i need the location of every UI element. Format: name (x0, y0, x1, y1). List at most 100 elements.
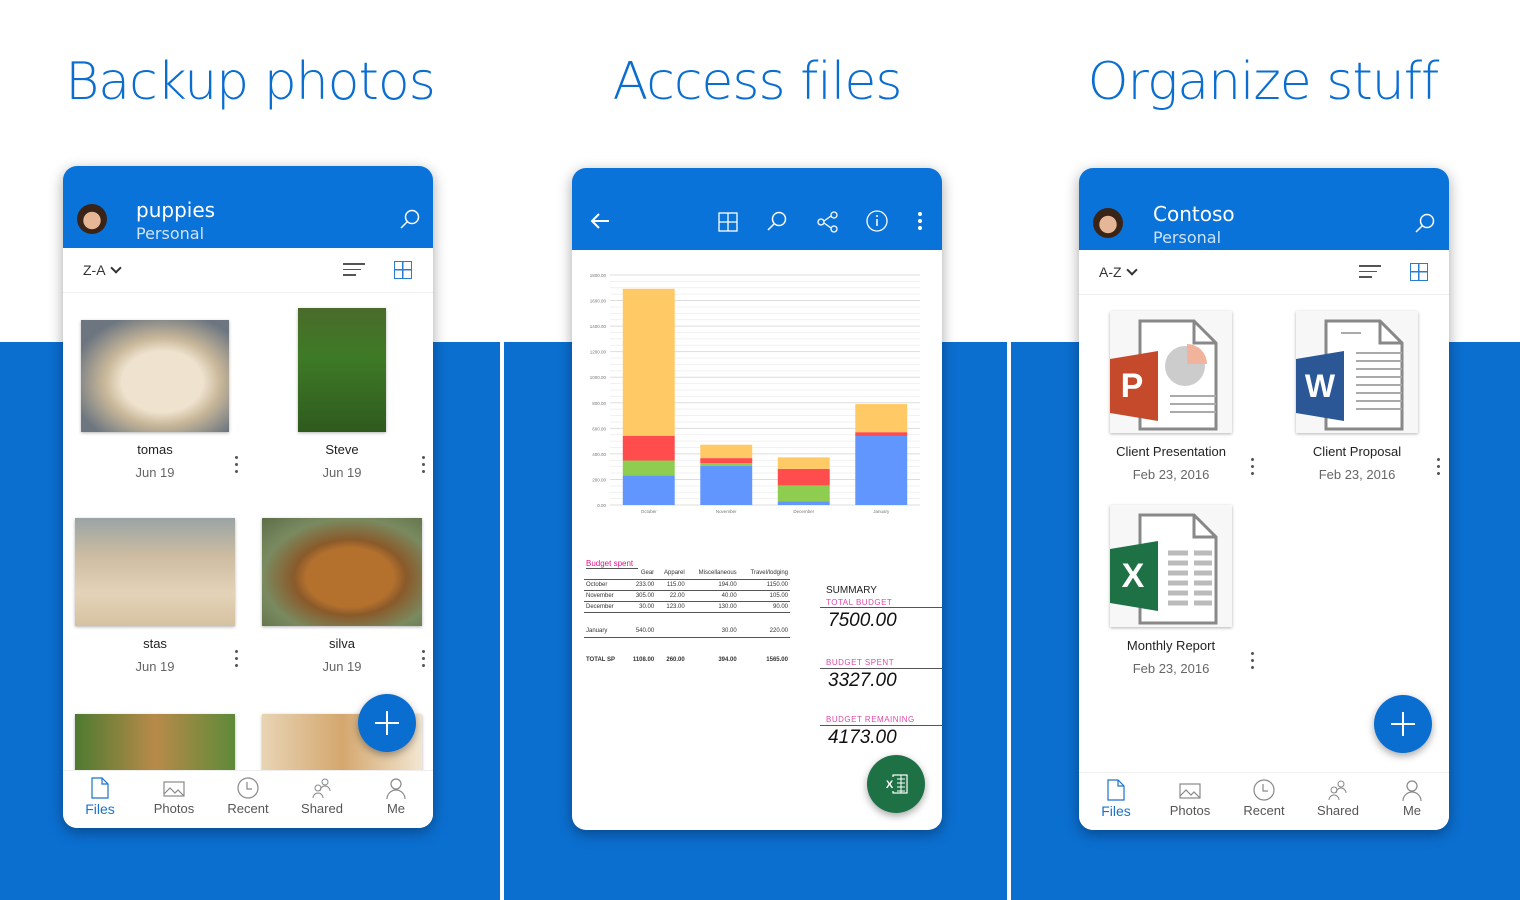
bar-segment-travel-lodging (700, 444, 753, 459)
photo-thumbnail[interactable] (75, 518, 235, 626)
y-tick-label: 400.00 (592, 452, 606, 457)
more-options-icon[interactable] (1437, 458, 1441, 476)
budget-cell: 90.00 (738, 601, 790, 613)
nav-me[interactable]: Me (1375, 773, 1449, 830)
sort-toolbar: Z-A (63, 248, 433, 293)
share-icon[interactable] (817, 211, 839, 233)
open-in-excel-button[interactable]: X (867, 755, 925, 813)
more-options-icon[interactable] (235, 456, 239, 474)
avatar-icon[interactable] (77, 204, 107, 234)
budget-remaining-value: 4173.00 (828, 727, 897, 748)
budget-cell: 22.00 (656, 590, 687, 602)
budget-cell: November (584, 590, 625, 602)
photo-thumbnail[interactable] (298, 308, 386, 432)
excel-icon: X (1110, 513, 1218, 625)
budget-row: November 305.00 22.00 40.00 105.00 (584, 590, 790, 602)
list-view-icon[interactable] (343, 263, 365, 277)
svg-text:X: X (1122, 557, 1145, 595)
nav-files[interactable]: Files (1079, 773, 1153, 830)
search-icon[interactable] (766, 210, 788, 232)
photo-thumbnail[interactable] (262, 518, 422, 626)
people-icon (312, 778, 331, 799)
budget-cell (739, 637, 790, 651)
people-icon (1328, 780, 1347, 801)
info-icon[interactable] (866, 210, 888, 232)
clock-icon (1253, 779, 1275, 801)
sort-dropdown[interactable]: Z-A (83, 262, 122, 278)
chevron-down-icon (1125, 264, 1138, 276)
budget-spent-value: 3327.00 (828, 670, 897, 691)
grid-view-icon[interactable] (1410, 263, 1428, 281)
back-arrow-icon[interactable] (590, 212, 610, 230)
budget-cell (656, 637, 687, 651)
grid-icon[interactable] (718, 212, 738, 232)
search-icon[interactable] (399, 208, 421, 230)
bar-segment-apparel (622, 460, 675, 476)
budget-remaining-label: BUDGET REMAINING (826, 715, 915, 724)
budget-cell (656, 626, 687, 638)
more-vertical-icon[interactable] (917, 212, 923, 230)
file-icon (1107, 779, 1125, 801)
avatar-icon[interactable] (1093, 208, 1123, 238)
budget-cell: TOTAL SP (586, 657, 616, 663)
bar-segment-miscellaneous (855, 432, 908, 436)
app-bar (572, 168, 942, 250)
add-button[interactable] (1374, 695, 1432, 753)
more-options-icon[interactable] (235, 650, 239, 668)
bar-segment-gear (622, 475, 675, 505)
item-date: Jun 19 (135, 659, 175, 674)
photo-thumbnail[interactable] (81, 320, 229, 432)
nav-shared[interactable]: Shared (1301, 773, 1375, 830)
y-tick-label: 1000.00 (590, 375, 607, 380)
x-tick-label: January (873, 509, 890, 514)
svg-text:X: X (886, 779, 894, 791)
y-tick-label: 1800.00 (590, 273, 607, 278)
nav-files[interactable]: Files (63, 771, 137, 828)
budget-cell (687, 612, 739, 626)
y-tick-label: 800.00 (592, 401, 606, 406)
file-thumbnail[interactable]: X (1110, 505, 1232, 627)
budget-row (584, 637, 790, 651)
svg-text:P: P (1121, 367, 1144, 405)
more-options-icon[interactable] (422, 456, 426, 474)
more-options-icon[interactable] (1251, 458, 1255, 476)
bar-segment-apparel (777, 485, 830, 502)
budget-row: October 233.00 115.00 194.00 1150.00 (584, 579, 790, 591)
nav-recent[interactable]: Recent (1227, 773, 1301, 830)
person-icon (386, 778, 406, 799)
file-date: Feb 23, 2016 (1132, 467, 1210, 482)
search-icon[interactable] (1414, 212, 1436, 234)
nav-shared[interactable]: Shared (285, 771, 359, 828)
total-budget-label: TOTAL BUDGET (826, 598, 893, 607)
folder-title: Contoso (1153, 202, 1235, 226)
bar-segment-travel-lodging (622, 288, 675, 436)
budget-row (584, 612, 790, 626)
budget-cell: 540.00 (624, 626, 657, 638)
photo-thumbnail[interactable] (75, 714, 235, 774)
nav-recent[interactable]: Recent (211, 771, 285, 828)
add-button[interactable] (358, 694, 416, 752)
list-view-icon[interactable] (1359, 265, 1381, 279)
file-thumbnail[interactable]: W (1296, 311, 1418, 433)
stacked-bar-chart: 0.00 200.00 400.00 600.00 800.00 1000.00 1200.… (590, 273, 920, 514)
more-options-icon[interactable] (422, 650, 426, 668)
nav-photos[interactable]: Photos (137, 771, 211, 828)
file-thumbnail[interactable]: P (1110, 311, 1232, 433)
item-date: Jun 19 (135, 465, 175, 480)
bar-segment-gear (777, 501, 830, 505)
budget-cell: 260.00 (666, 657, 685, 663)
budget-header-row: Gear Apparel Miscellaneous Travel/lodging (584, 568, 790, 580)
budget-header-cell: Travel/lodging (738, 568, 790, 580)
budget-cell: 233.00 (624, 579, 657, 591)
more-options-icon[interactable] (1251, 652, 1255, 670)
svg-text:W: W (1305, 368, 1336, 404)
y-tick-label: 200.00 (592, 477, 606, 482)
budget-cell (625, 637, 656, 651)
y-tick-label: 1200.00 (590, 350, 607, 355)
budget-header-cell: Miscellaneous (686, 568, 739, 580)
sort-toolbar: A-Z (1079, 250, 1449, 295)
nav-photos[interactable]: Photos (1153, 773, 1227, 830)
sort-dropdown[interactable]: A-Z (1099, 264, 1138, 280)
grid-view-icon[interactable] (394, 261, 412, 279)
nav-me[interactable]: Me (359, 771, 433, 828)
